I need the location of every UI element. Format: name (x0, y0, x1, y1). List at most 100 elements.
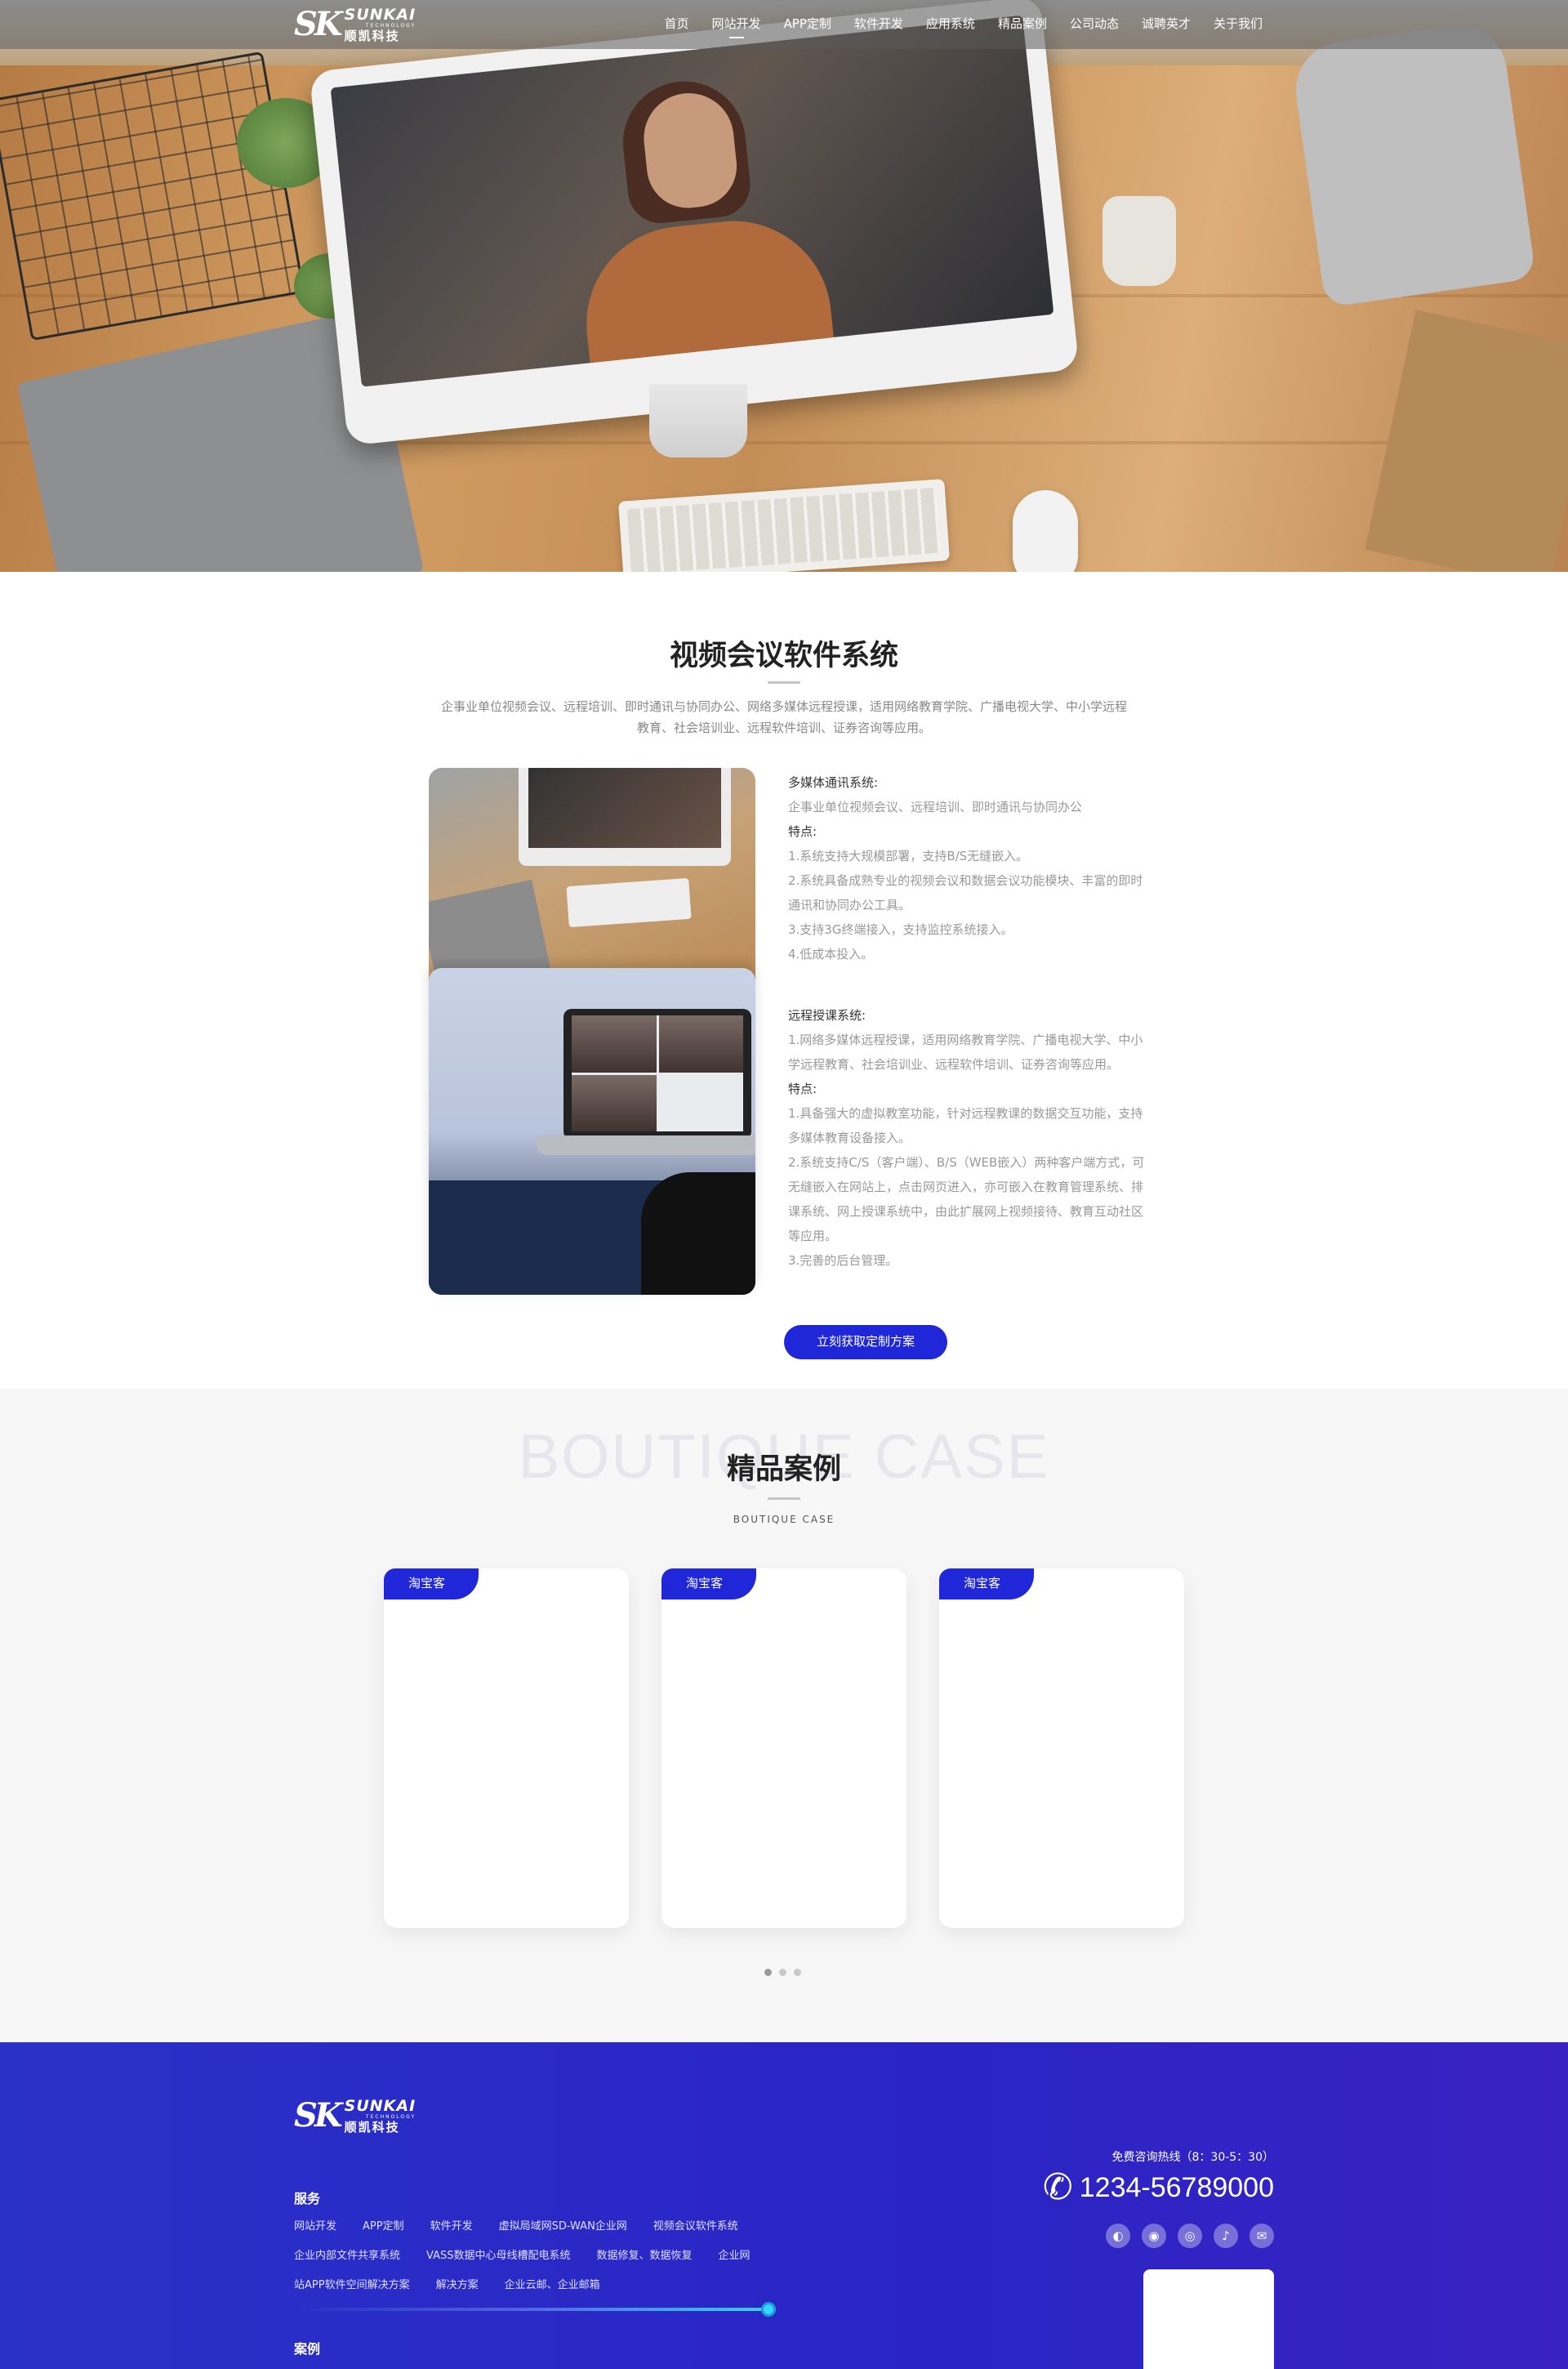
footer-service-link[interactable]: 解决方案 (436, 2271, 479, 2300)
info-heading: 远程授课系统: (788, 1008, 866, 1023)
section-divider (768, 681, 800, 684)
footer-service-link[interactable]: 企业网 (719, 2242, 751, 2271)
multimedia-system-info: 多媒体通讯系统: 企事业单位视频会议、远程培训、即时通讯与协同办公 特点: 1.… (788, 770, 1147, 966)
hero-felt-bag (1289, 19, 1537, 308)
info-features-list: 1.系统支持大规模部署，支持B/S无缝嵌入。 2.系统具备成熟专业的视频会议和数… (788, 844, 1147, 966)
nav-item[interactable]: 软件开发 (843, 0, 915, 49)
nav-item[interactable]: 精品案例 (987, 0, 1058, 49)
section-description: 企事业单位视频会议、远程培训、即时通讯与协同办公、网络多媒体远程授课，适用网络教… (441, 699, 1128, 735)
case-tag: 淘宝客 (939, 1568, 1034, 1599)
hero-wire-basket (0, 51, 305, 341)
logo-tagline: TECHNOLOGY (365, 22, 416, 29)
info-summary: 企事业单位视频会议、远程培训、即时通讯与协同办公 (788, 800, 1083, 814)
cases-divider (768, 1497, 800, 1500)
logo-mark: SK (294, 5, 343, 43)
footer-slider-track (294, 2308, 776, 2311)
nav-item[interactable]: 公司动态 (1058, 0, 1130, 49)
brand-logo[interactable]: SK SUNKAI TECHNOLOGY 顺凯科技 (294, 5, 416, 44)
cases-subtitle: BOUTIQUE CASE (733, 1514, 835, 1525)
douyin-icon[interactable]: ♪ (1214, 2224, 1238, 2248)
hero-monitor-screen (330, 15, 1054, 387)
footer-service-link[interactable]: APP定制 (363, 2212, 404, 2242)
wechat-icon[interactable]: ◐ (1106, 2224, 1130, 2248)
section-title: 视频会议软件系统 (669, 640, 898, 672)
social-icons: ◐ ◉ ◎ ♪ ✉ (1106, 2224, 1274, 2248)
weibo-icon[interactable]: ◎ (1178, 2224, 1202, 2248)
footer-service-link[interactable]: VASS数据中心母线槽配电系统 (426, 2242, 570, 2271)
case-tag: 淘宝客 (384, 1568, 479, 1599)
info-heading: 多媒体通讯系统: (788, 775, 879, 790)
nav-item[interactable]: 应用系统 (915, 0, 987, 49)
logo-mark: SK (294, 2096, 343, 2135)
hero-pen-cup (1102, 196, 1176, 286)
footer-service-link[interactable]: 企业内部文件共享系统 (294, 2242, 400, 2271)
image-person-arm (641, 1172, 755, 1295)
hotline[interactable]: ✆ 1234-56789000 (1043, 2170, 1274, 2206)
logo-tagline: TECHNOLOGY (365, 2113, 416, 2120)
footer-service-link[interactable]: 虚拟局域网SD-WAN企业网 (499, 2212, 627, 2242)
image-laptop-base (532, 1135, 755, 1155)
logo-name-cn: 顺凯科技 (344, 28, 400, 43)
nav-item[interactable]: APP定制 (773, 0, 843, 49)
feature-item: 2.系统支持C/S（客户端）、B/S（WEB嵌入）两种客户端方式，可无缝嵌入在网… (788, 1155, 1145, 1243)
feature-item: 1.系统支持大规模部署，支持B/S无缝嵌入。 (788, 849, 1029, 863)
case-card[interactable]: 淘宝客 (384, 1568, 629, 1928)
feature-item: 2.系统具备成熟专业的视频会议和数据会议功能模块、丰富的即时通讯和协同办公工具。 (788, 873, 1143, 912)
site-footer: SK SUNKAI TECHNOLOGY 顺凯科技 服务 网站开发 APP定制 软件… (0, 2042, 1568, 2369)
logo-name-en: SUNKAI (344, 5, 416, 24)
nav-item[interactable]: 网站开发 (701, 0, 773, 49)
footer-service-link[interactable]: 数据修复、数据恢复 (596, 2242, 692, 2271)
carousel-pagination (764, 1969, 801, 1976)
logo-name-en: SUNKAI (344, 2096, 416, 2115)
carousel-dot[interactable] (779, 1969, 786, 1976)
info-features-label: 特点: (788, 824, 817, 839)
logo-text: SUNKAI TECHNOLOGY 顺凯科技 (345, 7, 416, 42)
hero-keyboard (617, 479, 951, 572)
image-laptop (564, 1009, 751, 1140)
main-nav: 首页 网站开发 APP定制 软件开发 应用系统 精品案例 公司动态 诚聘英才 关于我们 (653, 0, 1274, 49)
nav-item[interactable]: 关于我们 (1202, 0, 1274, 49)
hero-monitor-stand (649, 384, 747, 457)
case-card[interactable]: 淘宝客 (939, 1568, 1184, 1928)
footer-service-link[interactable]: 企业云邮、企业邮箱 (505, 2271, 600, 2300)
info-features-label: 特点: (788, 1082, 817, 1096)
feature-item: 4.低成本投入。 (788, 947, 874, 961)
hotline-label: 免费咨询热线（8：30-5：30） (1111, 2151, 1275, 2164)
hero-monitor (309, 0, 1080, 446)
hotline-number: 1234-56789000 (1079, 2171, 1274, 2203)
case-tag: 淘宝客 (662, 1568, 756, 1599)
qr-code (1143, 2269, 1274, 2369)
footer-service-link[interactable]: 软件开发 (430, 2212, 473, 2242)
hero-mouse (1013, 490, 1078, 572)
nav-item[interactable]: 首页 (653, 0, 701, 49)
hero-banner-image (0, 0, 1568, 572)
footer-cases-heading: 案例 (294, 2341, 321, 2357)
remote-teaching-info: 远程授课系统: 1.网络多媒体远程授课，适用网络教育学院、广播电视大学、中小学远… (788, 1003, 1147, 1273)
nav-item[interactable]: 诚聘英才 (1130, 0, 1202, 49)
footer-logo[interactable]: SK SUNKAI TECHNOLOGY 顺凯科技 (294, 2096, 416, 2135)
info-features-list: 1.具备强大的虚拟教室功能，针对远程教课的数据交互功能，支持多媒体教育设备接入。… (788, 1101, 1147, 1273)
qq-icon[interactable]: ◉ (1142, 2224, 1166, 2248)
feature-item: 1.具备强大的虚拟教室功能，针对远程教课的数据交互功能，支持多媒体教育设备接入。 (788, 1106, 1143, 1145)
top-header: SK SUNKAI TECHNOLOGY 顺凯科技 首页 网站开发 APP定制 软件开… (0, 0, 1568, 49)
hero-notebook (1365, 310, 1568, 572)
cases-title: 精品案例 (726, 1453, 841, 1486)
footer-service-link[interactable]: 网站开发 (294, 2212, 336, 2242)
video-meeting-laptop-image (429, 968, 755, 1295)
image-keyboard (566, 877, 692, 928)
logo-text: SUNKAI TECHNOLOGY 顺凯科技 (344, 2096, 416, 2135)
carousel-dot[interactable] (764, 1969, 772, 1976)
footer-service-link[interactable]: 站APP软件空间解决方案 (294, 2271, 410, 2300)
image-monitor (519, 768, 731, 866)
hero-person-body (577, 212, 838, 387)
get-custom-plan-button[interactable]: 立刻获取定制方案 (784, 1325, 947, 1359)
logo-name-cn: 顺凯科技 (344, 2119, 400, 2135)
footer-service-link[interactable]: 视频会议软件系统 (653, 2212, 738, 2242)
phone-icon: ✆ (1042, 2167, 1073, 2207)
feature-item: 3.完善的后台管理。 (788, 1253, 898, 1268)
footer-slider-handle[interactable] (761, 2302, 776, 2317)
footer-services-links: 网站开发 APP定制 软件开发 虚拟局域网SD-WAN企业网 视频会议软件系统企业内部文… (294, 2212, 817, 2300)
carousel-dot[interactable] (794, 1969, 801, 1976)
email-icon[interactable]: ✉ (1250, 2224, 1274, 2248)
case-card[interactable]: 淘宝客 (662, 1568, 906, 1928)
